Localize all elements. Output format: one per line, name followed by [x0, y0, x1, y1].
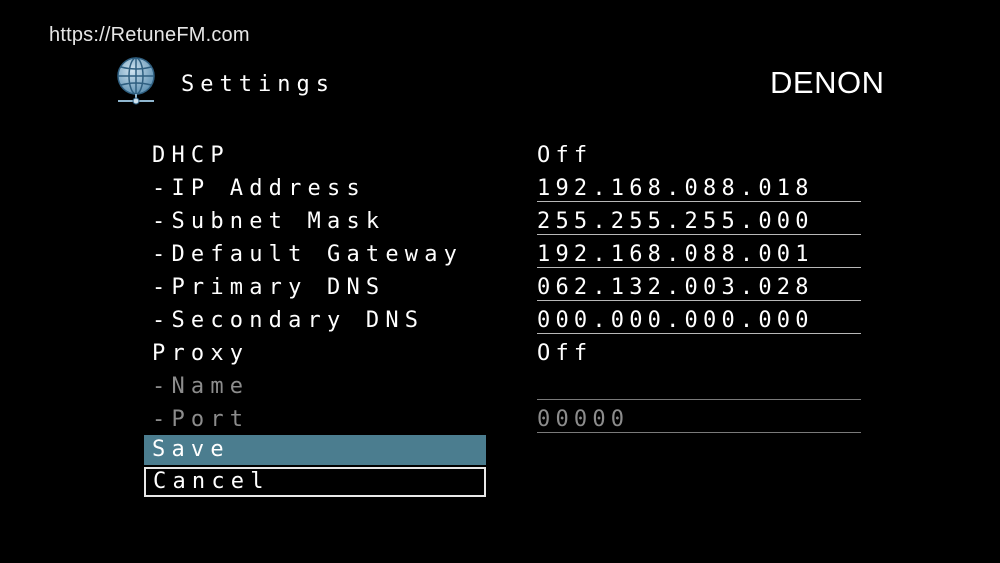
setting-value[interactable]: 255.255.255.000 [537, 209, 814, 234]
setting-value[interactable]: Off [537, 143, 592, 168]
setting-label: -IP Address [152, 176, 366, 201]
setting-row[interactable]: DHCP Off [0, 139, 1000, 172]
brand-logo: DENON [770, 65, 885, 100]
value-field-underline [537, 432, 861, 433]
value-field-underline [537, 399, 861, 400]
watermark-url: https://RetuneFM.com [49, 24, 250, 46]
setting-label: -Secondary DNS [152, 308, 425, 333]
value-field-underline [537, 201, 861, 202]
setting-value[interactable]: 192.168.088.018 [537, 176, 814, 201]
setting-row[interactable]: -Default Gateway 192.168.088.001 [0, 238, 1000, 271]
setting-label: DHCP [152, 143, 230, 168]
setting-value: 00000 [537, 407, 630, 432]
setting-row[interactable]: -Secondary DNS 000.000.000.000 [0, 304, 1000, 337]
setting-label: -Subnet Mask [152, 209, 386, 234]
cancel-button[interactable]: Cancel [144, 467, 486, 497]
value-field-underline [537, 333, 861, 334]
setting-row[interactable]: -Primary DNS 062.132.003.028 [0, 271, 1000, 304]
setting-label: -Default Gateway [152, 242, 464, 267]
setting-row: -Port 00000 [0, 403, 1000, 436]
setting-value[interactable]: 000.000.000.000 [537, 308, 814, 333]
setting-value[interactable]: Off [537, 341, 592, 366]
setting-row[interactable]: -Subnet Mask 255.255.255.000 [0, 205, 1000, 238]
setting-value[interactable]: 192.168.088.001 [537, 242, 814, 267]
setting-label: Proxy [152, 341, 250, 366]
setting-row: -Name [0, 370, 1000, 403]
setting-label: -Primary DNS [152, 275, 386, 300]
globe-network-icon [112, 55, 162, 107]
setting-label: -Port [152, 407, 250, 432]
setting-value[interactable]: 062.132.003.028 [537, 275, 814, 300]
value-field-underline [537, 234, 861, 235]
save-button[interactable]: Save [144, 435, 486, 465]
value-field-underline [537, 300, 861, 301]
setting-row[interactable]: Proxy Off [0, 337, 1000, 370]
setting-label: -Name [152, 374, 250, 399]
setting-row[interactable]: -IP Address 192.168.088.018 [0, 172, 1000, 205]
page-title: Settings [181, 72, 335, 97]
value-field-underline [537, 267, 861, 268]
